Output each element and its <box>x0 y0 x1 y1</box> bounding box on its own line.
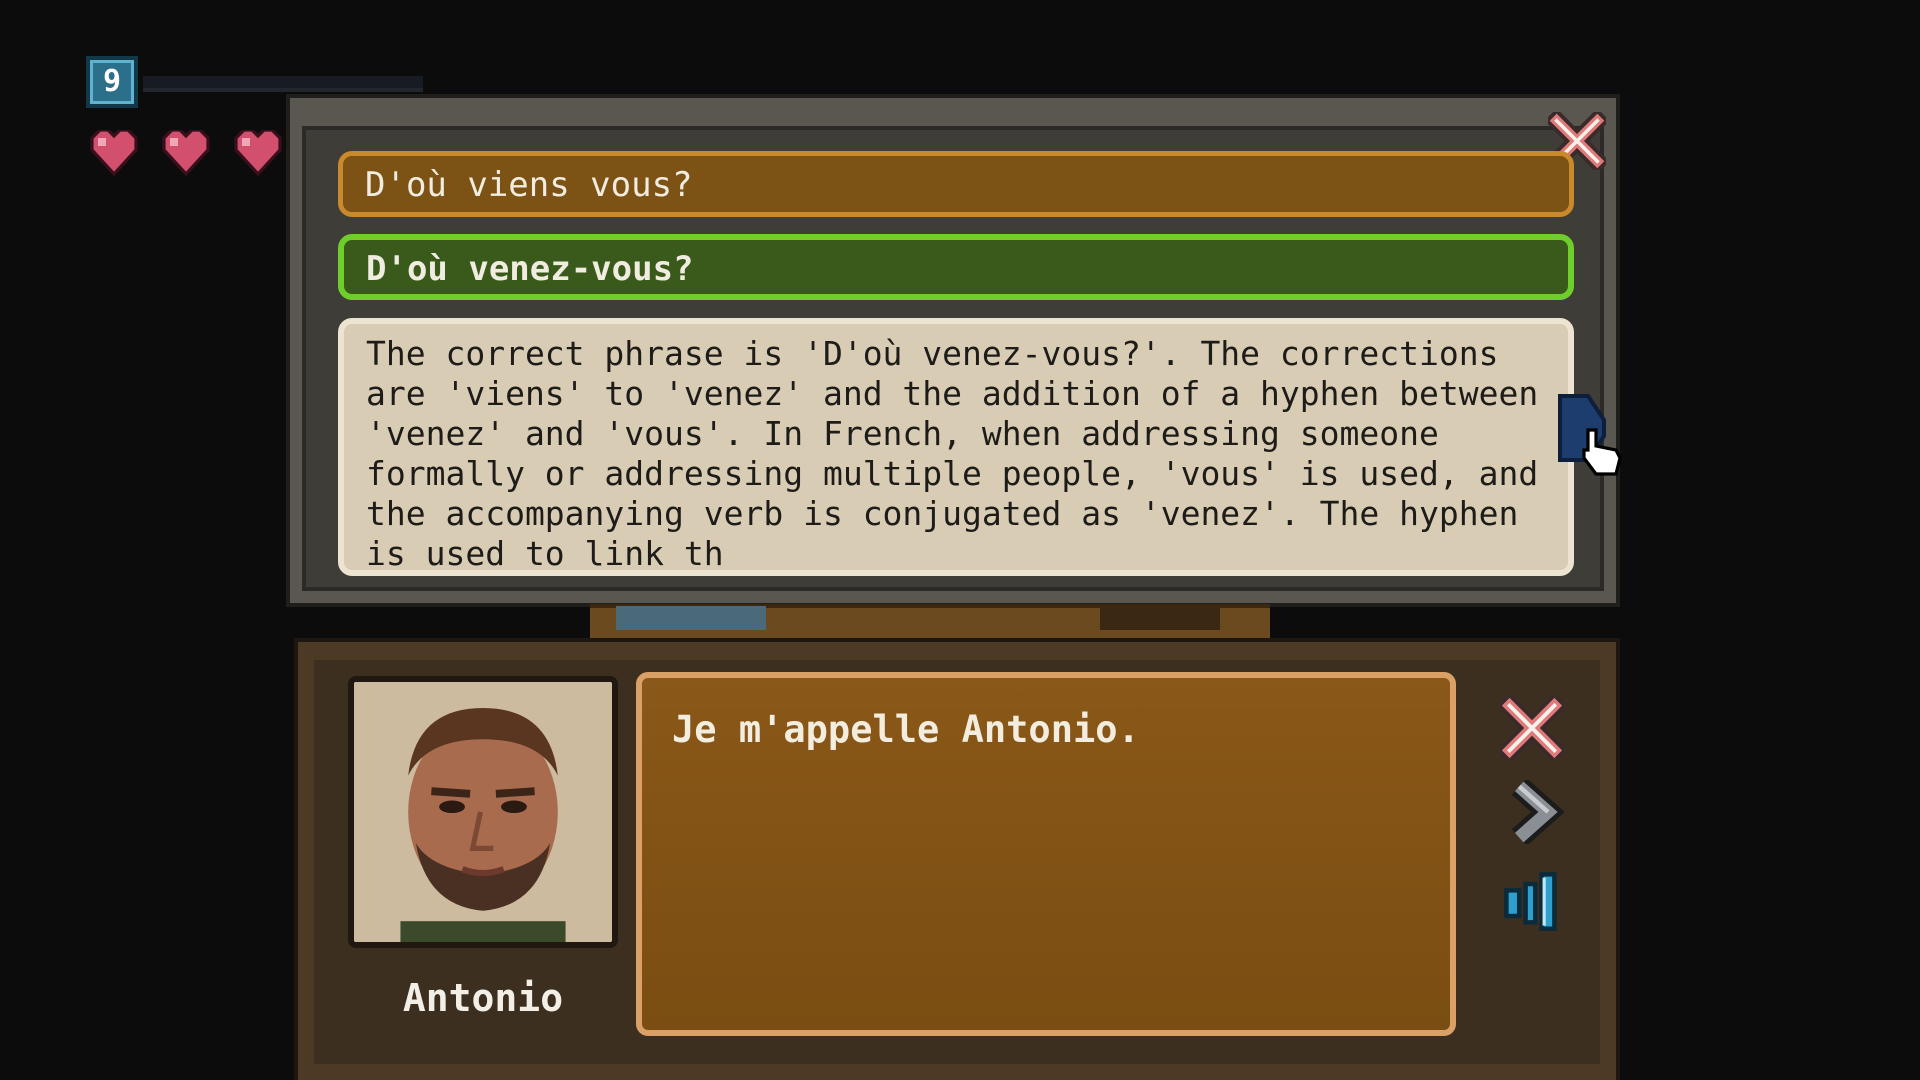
antonio-portrait-image <box>354 682 612 942</box>
heart-icon <box>234 130 282 177</box>
dialog-line: Je m'appelle Antonio. <box>672 708 1140 751</box>
dialog-text-box: Je m'appelle Antonio. <box>636 672 1456 1036</box>
xp-bar <box>143 76 423 92</box>
pointer-cursor-icon <box>1582 428 1622 476</box>
scene-detail <box>616 606 766 630</box>
chevron-right-icon[interactable] <box>1500 780 1564 844</box>
speaker-name: Antonio <box>402 976 564 1020</box>
explanation-text: The correct phrase is 'D'où venez-vous?'… <box>338 318 1574 576</box>
npc-portrait <box>348 676 618 948</box>
answer-option-correct[interactable]: D'où venez-vous? <box>338 234 1574 300</box>
level-badge: 9 <box>86 56 138 108</box>
game-screen: 9 D'où viens vous? D'où venez-vous? The … <box>0 0 1920 1080</box>
answer-option-wrong[interactable]: D'où viens vous? <box>338 151 1574 217</box>
close-icon[interactable] <box>1500 696 1564 760</box>
heart-icon <box>162 130 210 177</box>
heart-icon <box>90 130 138 177</box>
scene-detail <box>1100 606 1220 630</box>
speaker-icon[interactable] <box>1500 868 1564 932</box>
health-hearts <box>88 130 284 178</box>
